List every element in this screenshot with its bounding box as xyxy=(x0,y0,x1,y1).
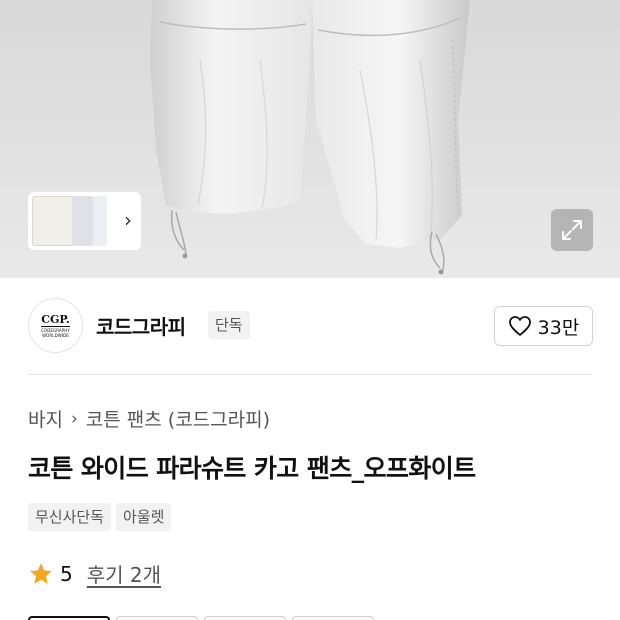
breadcrumb-subcategory-link[interactable]: 코튼 팬츠 (코드그라피) xyxy=(86,405,270,432)
brand-logo[interactable]: CGP. CODEGRAPHY WORLDWIDE xyxy=(28,298,83,353)
option-tab[interactable] xyxy=(292,616,374,620)
star-icon xyxy=(30,562,52,584)
divider xyxy=(28,374,592,375)
heart-outline-icon xyxy=(508,316,531,336)
product-tags: 무신사단독 아울렛 xyxy=(28,503,172,531)
brand-row: CGP. CODEGRAPHY WORLDWIDE 코드그라피 단독 33만 xyxy=(0,278,620,376)
like-button[interactable]: 33만 xyxy=(494,306,593,346)
breadcrumb-category-link[interactable]: 바지 xyxy=(28,405,63,432)
review-count-link[interactable]: 후기 2개 xyxy=(87,559,161,588)
rating-summary: 5 후기 2개 xyxy=(28,559,161,588)
product-title: 코튼 와이드 파라슈트 카고 팬츠_오프화이트 xyxy=(28,454,476,483)
chevron-right-icon[interactable]: › xyxy=(124,210,132,230)
brand-name-link[interactable]: 코드그라피 xyxy=(96,311,186,340)
chevron-right-icon: › xyxy=(70,408,78,429)
rating-value: 5 xyxy=(60,561,73,586)
expand-image-button[interactable] xyxy=(551,209,593,251)
expand-arrows-icon xyxy=(562,220,582,240)
thumbnail-image[interactable] xyxy=(93,196,107,246)
breadcrumb: 바지 › 코튼 팬츠 (코드그라피) xyxy=(28,405,270,432)
brand-logo-subtext: CODEGRAPHY WORLDWIDE xyxy=(41,327,70,338)
option-tab[interactable] xyxy=(28,616,110,620)
thumbnail-image[interactable] xyxy=(32,196,74,246)
product-image-gallery[interactable]: › xyxy=(0,0,620,278)
brand-logo-text: CGP. xyxy=(41,312,70,327)
like-count: 33만 xyxy=(537,316,580,339)
tag-outlet: 아울렛 xyxy=(116,503,172,531)
tag-musinsa-exclusive: 무신사단독 xyxy=(28,503,112,531)
exclusive-badge: 단독 xyxy=(208,311,250,339)
thumbnail-image[interactable] xyxy=(72,196,94,246)
thumbnail-strip[interactable]: › xyxy=(28,192,141,250)
option-tab[interactable] xyxy=(204,616,286,620)
option-tab[interactable] xyxy=(116,616,198,620)
option-tabs xyxy=(28,616,374,620)
